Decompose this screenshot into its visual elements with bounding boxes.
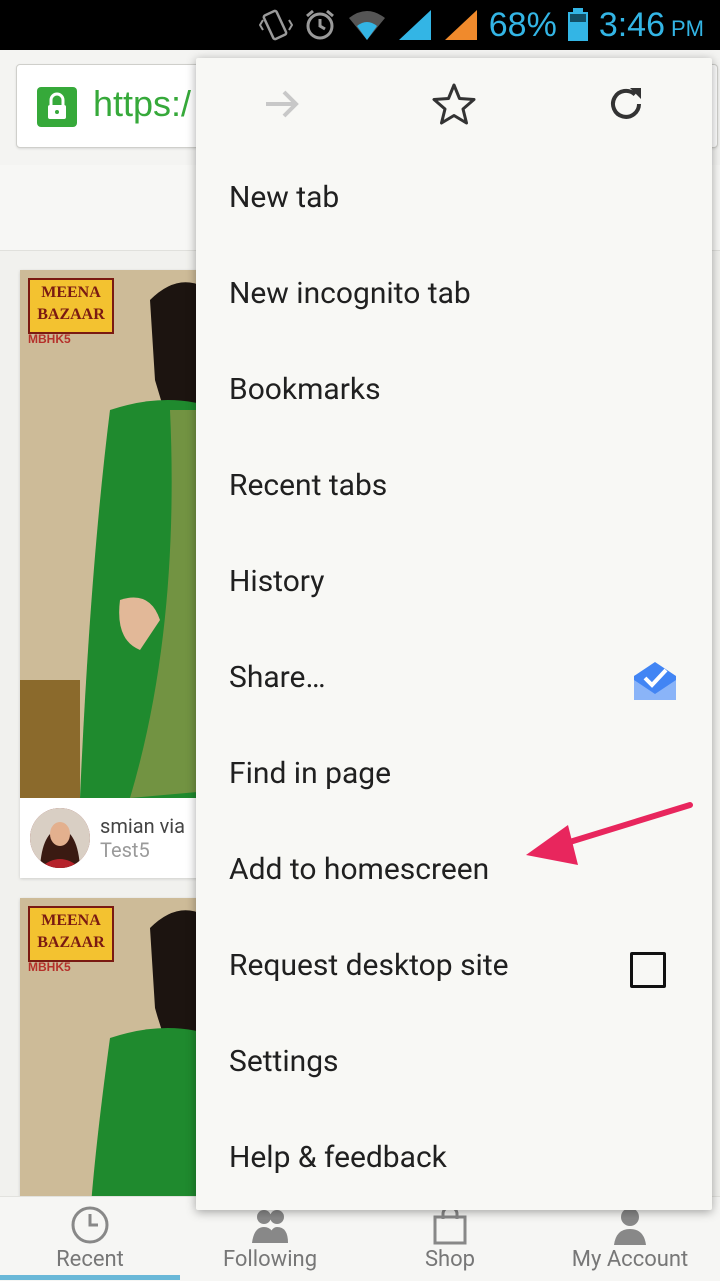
clock-icon xyxy=(71,1206,109,1244)
menu-item-label: Help & feedback xyxy=(229,1140,447,1175)
signal-icon xyxy=(398,10,431,40)
clock: 3:46 PM xyxy=(599,6,704,45)
menu-item-label: Request desktop site xyxy=(229,948,509,983)
people-icon xyxy=(252,1210,288,1243)
brand-logo: MEENA BAZAAR xyxy=(28,278,114,334)
battery-percent: 68% xyxy=(488,5,557,44)
clock-time: 3:46 xyxy=(598,5,665,44)
product-code: MBHK5 xyxy=(28,332,71,346)
card-user[interactable]: smian via xyxy=(100,814,185,838)
nav-label: Shop xyxy=(424,1247,476,1272)
person-icon xyxy=(614,1208,646,1245)
menu-item-history[interactable]: History xyxy=(196,538,712,634)
menu-item-label: Recent tabs xyxy=(229,468,388,503)
menu-item-label: New incognito tab xyxy=(229,276,471,311)
reload-icon[interactable] xyxy=(604,82,648,126)
product-code: MBHK5 xyxy=(28,960,71,974)
nav-label: My Account xyxy=(571,1247,689,1272)
nav-recent[interactable]: Recent xyxy=(0,1197,180,1281)
menu-item-help-feedback[interactable]: Help & feedback xyxy=(196,1114,712,1210)
menu-item-label: Add to homescreen xyxy=(229,852,490,887)
url-text: https:/ xyxy=(93,83,192,124)
product-image xyxy=(20,270,220,798)
wifi-icon xyxy=(348,11,385,40)
nav-label: Recent xyxy=(56,1247,124,1272)
inbox-share-icon[interactable] xyxy=(632,658,678,702)
menu-item-label: History xyxy=(229,564,325,599)
avatar[interactable] xyxy=(30,808,90,868)
menu-item-settings[interactable]: Settings xyxy=(196,1018,712,1114)
menu-item-label: Find in page xyxy=(229,756,392,791)
logo-line-1: MEENA xyxy=(41,912,101,929)
shopping-bag-icon xyxy=(433,1205,467,1245)
logo-line-1: MEENA xyxy=(41,284,101,301)
card-footer: smian via Test5 xyxy=(20,798,220,878)
logo-line-2: BAZAAR xyxy=(37,934,105,951)
menu-item-label: Settings xyxy=(229,1044,339,1079)
menu-item-bookmarks[interactable]: Bookmarks xyxy=(196,346,712,442)
alarm-icon xyxy=(305,9,334,40)
menu-icon-row xyxy=(196,58,712,154)
card-source[interactable]: Test5 xyxy=(100,838,150,862)
nav-label: Following xyxy=(222,1247,318,1272)
battery-icon xyxy=(567,8,588,41)
menu-item-share[interactable]: Share… xyxy=(196,634,712,730)
menu-item-recent-tabs[interactable]: Recent tabs xyxy=(196,442,712,538)
product-card[interactable]: MEENA BAZAAR MBHK5 smian via Test5 xyxy=(20,270,220,878)
menu-item-label: Share… xyxy=(229,660,326,695)
menu-item-label: Bookmarks xyxy=(229,372,381,407)
product-card[interactable]: MEENA BAZAAR MBHK5 xyxy=(20,898,220,1218)
annotation-arrow-icon xyxy=(526,802,693,865)
lock-icon xyxy=(37,87,77,127)
signal-icon xyxy=(444,10,477,40)
menu-item-label: New tab xyxy=(229,180,340,215)
nav-active-indicator xyxy=(0,1275,180,1280)
vibrate-icon xyxy=(258,9,293,41)
request-desktop-checkbox[interactable] xyxy=(630,952,666,988)
menu-item-new-incognito-tab[interactable]: New incognito tab xyxy=(196,250,712,346)
menu-item-request-desktop-site[interactable]: Request desktop site xyxy=(196,922,712,1018)
brand-logo: MEENA BAZAAR xyxy=(28,906,114,962)
overflow-menu: New tab New incognito tab Bookmarks Rece… xyxy=(196,58,712,1210)
status-bar: 68% 3:46 PM xyxy=(0,0,720,50)
menu-item-new-tab[interactable]: New tab xyxy=(196,154,712,250)
star-icon[interactable] xyxy=(432,82,476,126)
logo-line-2: BAZAAR xyxy=(37,306,105,323)
clock-ampm: PM xyxy=(671,15,704,41)
forward-icon[interactable] xyxy=(260,82,304,126)
